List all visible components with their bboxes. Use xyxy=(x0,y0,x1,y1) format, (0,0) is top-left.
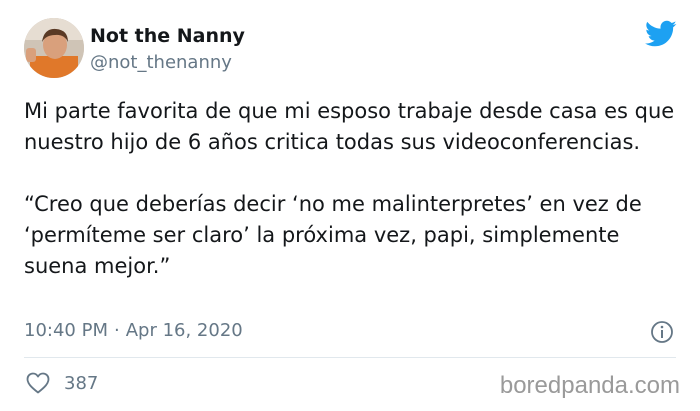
watermark: boredpanda.com xyxy=(499,372,680,399)
tweet-time: 10:40 PM xyxy=(24,320,108,341)
avatar-image xyxy=(24,18,84,78)
divider xyxy=(24,357,676,358)
tweet-date: Apr 16, 2020 xyxy=(125,320,243,341)
twitter-bird-icon[interactable] xyxy=(645,20,677,48)
heart-icon[interactable] xyxy=(26,372,50,394)
avatar[interactable] xyxy=(24,18,84,78)
meta-separator: · xyxy=(113,320,120,341)
author-handle[interactable]: @not_thenanny xyxy=(90,52,232,74)
tweet-paragraph-1: Mi parte favorita de que mi esposo traba… xyxy=(24,99,688,154)
tweet-timestamp[interactable]: 10:40 PM · Apr 16, 2020 xyxy=(24,320,243,342)
info-icon[interactable] xyxy=(650,320,674,344)
tweet-text: Mi parte favorita de que mi esposo traba… xyxy=(24,96,684,282)
like-count: 387 xyxy=(64,373,99,394)
tweet-card: Not the Nanny @not_thenanny Mi parte fav… xyxy=(0,0,700,411)
tweet-paragraph-2: “Creo que deberías decir ‘no me malinter… xyxy=(24,192,649,278)
author-display-name[interactable]: Not the Nanny xyxy=(90,25,245,47)
